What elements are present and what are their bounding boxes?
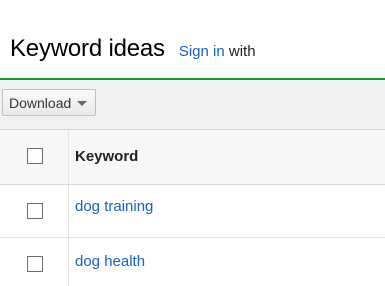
sign-in-link[interactable]: Sign in <box>179 43 225 60</box>
column-divider <box>68 238 69 286</box>
sign-in-prompt: Sign in with <box>179 39 256 60</box>
keyword-link[interactable]: dog training <box>75 198 153 215</box>
column-divider <box>68 185 69 237</box>
select-all-checkbox[interactable] <box>27 148 43 164</box>
download-button[interactable]: Download <box>2 89 97 116</box>
keyword-link[interactable]: dog health <box>75 253 145 270</box>
column-divider <box>68 130 69 184</box>
keyword-cell: dog training <box>75 198 153 215</box>
row-checkbox[interactable] <box>27 203 43 219</box>
panel-header: Keyword ideas Sign in with <box>10 29 256 69</box>
row-checkbox[interactable] <box>27 256 43 272</box>
chevron-down-icon <box>77 101 88 106</box>
column-header-keyword[interactable]: Keyword <box>75 148 138 165</box>
keyword-cell: dog health <box>75 253 145 270</box>
table-row: dog training <box>0 185 385 238</box>
sign-in-suffix: with <box>228 42 256 60</box>
table-header-row: Keyword <box>0 130 385 185</box>
page-title: Keyword ideas <box>10 35 165 62</box>
table-row: dog health <box>0 238 385 286</box>
toolbar: Download <box>0 80 385 130</box>
keyword-ideas-panel: Keyword ideas Sign in with Download Keyw… <box>0 0 385 286</box>
download-button-label: Download <box>9 94 72 111</box>
